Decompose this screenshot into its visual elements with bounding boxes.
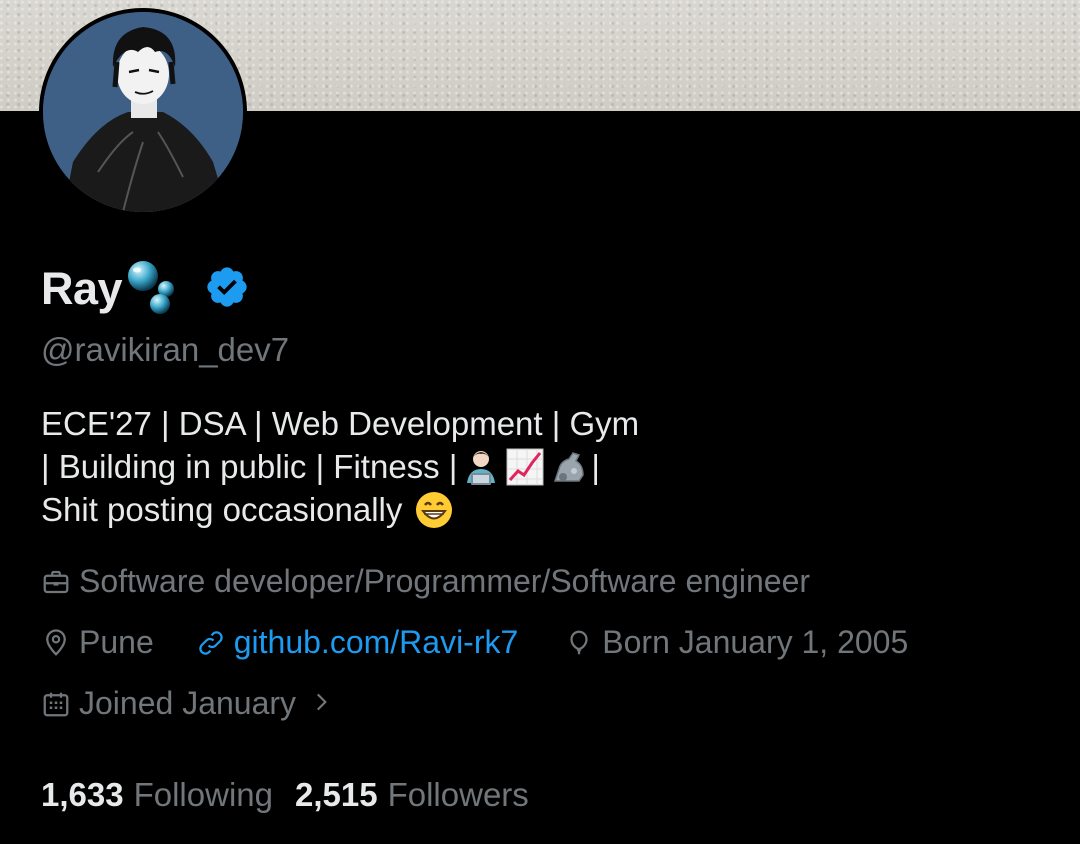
following-count[interactable]: 1,633	[41, 776, 124, 814]
bio-line-2: | Building in public | Fitness |	[41, 448, 458, 485]
info-row: Pune github.com/Ravi-rk7 Born January 1,…	[41, 624, 908, 661]
bio-line-3: Shit posting occasionally	[41, 491, 403, 528]
link-icon	[196, 628, 226, 658]
technologist-emoji-icon	[461, 447, 501, 487]
avatar[interactable]	[39, 8, 247, 216]
bubbles-emoji-icon	[124, 259, 186, 320]
profession-row: Software developer/Programmer/Software e…	[41, 563, 810, 600]
bio-line: ECE'27 | DSA | Web Development | Gym	[41, 402, 761, 445]
chart-increasing-emoji-icon	[505, 447, 545, 487]
avatar-image	[43, 12, 243, 212]
user-handle: @ravikiran_dev7	[41, 331, 290, 368]
followers-count[interactable]: 2,515	[295, 776, 378, 814]
birthday: Born January 1, 2005	[564, 624, 908, 661]
balloon-icon	[564, 628, 594, 658]
joined-row[interactable]: Joined January	[41, 685, 346, 722]
joined-text: Joined January	[79, 685, 297, 721]
verified-badge-icon[interactable]	[204, 264, 250, 315]
chevron-right-icon[interactable]	[308, 689, 338, 719]
bio-line: | Building in public | Fitness | |	[41, 445, 761, 488]
mechanical-arm-emoji-icon	[549, 447, 589, 487]
follow-stats: 1,633 Following 2,515 Followers	[41, 776, 529, 814]
location-pin-icon	[41, 628, 71, 658]
briefcase-icon	[41, 567, 71, 597]
profession-text: Software developer/Programmer/Software e…	[79, 563, 811, 599]
display-name: Ray	[41, 259, 250, 320]
display-name-text: Ray	[41, 263, 123, 314]
location: Pune	[41, 624, 154, 661]
following-label[interactable]: Following	[134, 776, 273, 814]
calendar-icon	[41, 689, 71, 719]
website-text[interactable]: github.com/Ravi-rk7	[234, 624, 519, 661]
location-text: Pune	[79, 624, 154, 660]
website-link[interactable]: github.com/Ravi-rk7	[196, 624, 519, 661]
birthday-text: Born January 1, 2005	[602, 624, 909, 660]
bio-line-1: ECE'27 | DSA | Web Development | Gym	[41, 405, 640, 442]
profile-bio: ECE'27 | DSA | Web Development | Gym | B…	[41, 402, 761, 531]
followers-label[interactable]: Followers	[388, 776, 529, 814]
bio-line-2-suffix: |	[591, 448, 600, 485]
grinning-face-emoji-icon	[414, 490, 454, 530]
bio-line: Shit posting occasionally	[41, 488, 761, 531]
